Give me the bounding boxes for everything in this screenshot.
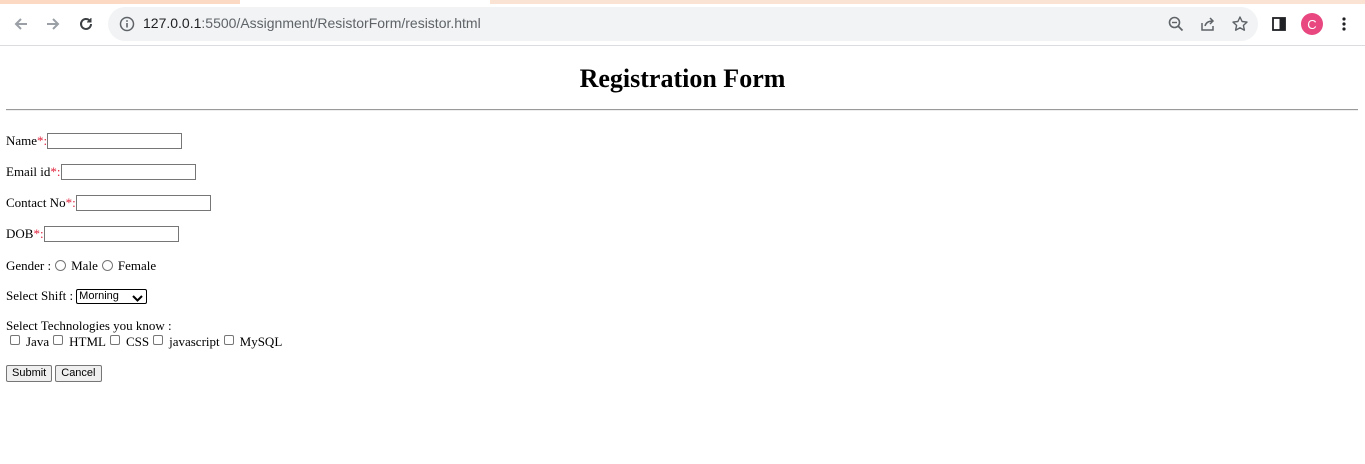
page-title: Registration Form: [579, 64, 786, 93]
name-row: Name *:: [6, 133, 183, 149]
tech-mysql-checkbox[interactable]: [223, 335, 234, 345]
tech-javascript-label: javascript: [169, 334, 220, 349]
gender-male-label: Male: [71, 258, 98, 273]
back-icon[interactable]: [9, 12, 33, 36]
profile-avatar[interactable]: C: [1301, 13, 1323, 35]
tech-label-row: Select Technologies you know :: [6, 318, 172, 334]
url-text[interactable]: 127.0.0.1:5500/Assignment/ResistorForm/r…: [143, 15, 481, 31]
actions-row: Submit Cancel: [6, 365, 105, 382]
side-panel-icon[interactable]: [1267, 12, 1291, 36]
forward-icon[interactable]: [41, 12, 65, 36]
chevron-down-icon: [132, 293, 143, 306]
submit-button[interactable]: Submit: [6, 365, 53, 382]
contact-row: Contact No *:: [6, 195, 211, 211]
email-label: Email id: [6, 164, 51, 179]
divider: [6, 109, 1358, 111]
tech-mysql-label: MySQL: [239, 334, 283, 349]
address-bar[interactable]: 127.0.0.1:5500/Assignment/ResistorForm/r…: [108, 7, 1258, 41]
share-icon[interactable]: [1199, 15, 1217, 33]
gender-label: Gender :: [6, 258, 52, 273]
gender-female-radio[interactable]: [101, 259, 113, 271]
shift-row: Select Shift : Morning: [6, 288, 148, 306]
shift-selected-value: Morning: [79, 289, 119, 302]
bookmark-star-icon[interactable]: [1231, 15, 1249, 33]
dob-input[interactable]: [43, 226, 179, 242]
zoom-icon[interactable]: [1167, 15, 1185, 33]
tech-html-checkbox[interactable]: [53, 335, 64, 345]
gender-female-label: Female: [117, 258, 157, 273]
url-path: :5500/Assignment/ResistorForm/resistor.h…: [201, 15, 481, 31]
menu-kebab-icon[interactable]: [1332, 12, 1356, 36]
dob-row: DOB *:: [6, 226, 179, 242]
name-label: Name: [6, 133, 38, 148]
email-input[interactable]: [60, 164, 196, 180]
dob-label: DOB: [6, 226, 34, 241]
browser-toolbar: 127.0.0.1:5500/Assignment/ResistorForm/r…: [0, 0, 1365, 46]
name-input[interactable]: [47, 133, 183, 149]
tech-css-label: CSS: [125, 334, 150, 349]
gender-male-radio[interactable]: [55, 259, 67, 271]
page-content: Registration Form Name *: Email id *: Co…: [0, 46, 1365, 464]
tech-java-label: Java: [26, 334, 50, 349]
url-host: 127.0.0.1: [143, 15, 202, 31]
tech-javascript-checkbox[interactable]: [153, 335, 164, 345]
email-row: Email id *:: [6, 164, 196, 180]
cancel-button[interactable]: Cancel: [55, 365, 102, 382]
tab-strip: [0, 0, 1365, 4]
tech-html-label: HTML: [69, 334, 106, 349]
site-info-icon[interactable]: [118, 15, 136, 33]
contact-label: Contact No: [6, 195, 66, 210]
tech-java-checkbox[interactable]: [10, 335, 20, 345]
reload-icon[interactable]: [74, 12, 98, 36]
tech-css-checkbox[interactable]: [109, 335, 120, 345]
shift-select[interactable]: Morning: [76, 288, 148, 306]
tech-label: Select Technologies you know :: [6, 318, 172, 333]
gender-row: Gender : Male Female: [6, 258, 156, 274]
tech-options-row: Java HTML CSS javascript MySQL: [6, 334, 282, 350]
shift-label: Select Shift :: [6, 288, 74, 303]
contact-input[interactable]: [75, 195, 211, 211]
